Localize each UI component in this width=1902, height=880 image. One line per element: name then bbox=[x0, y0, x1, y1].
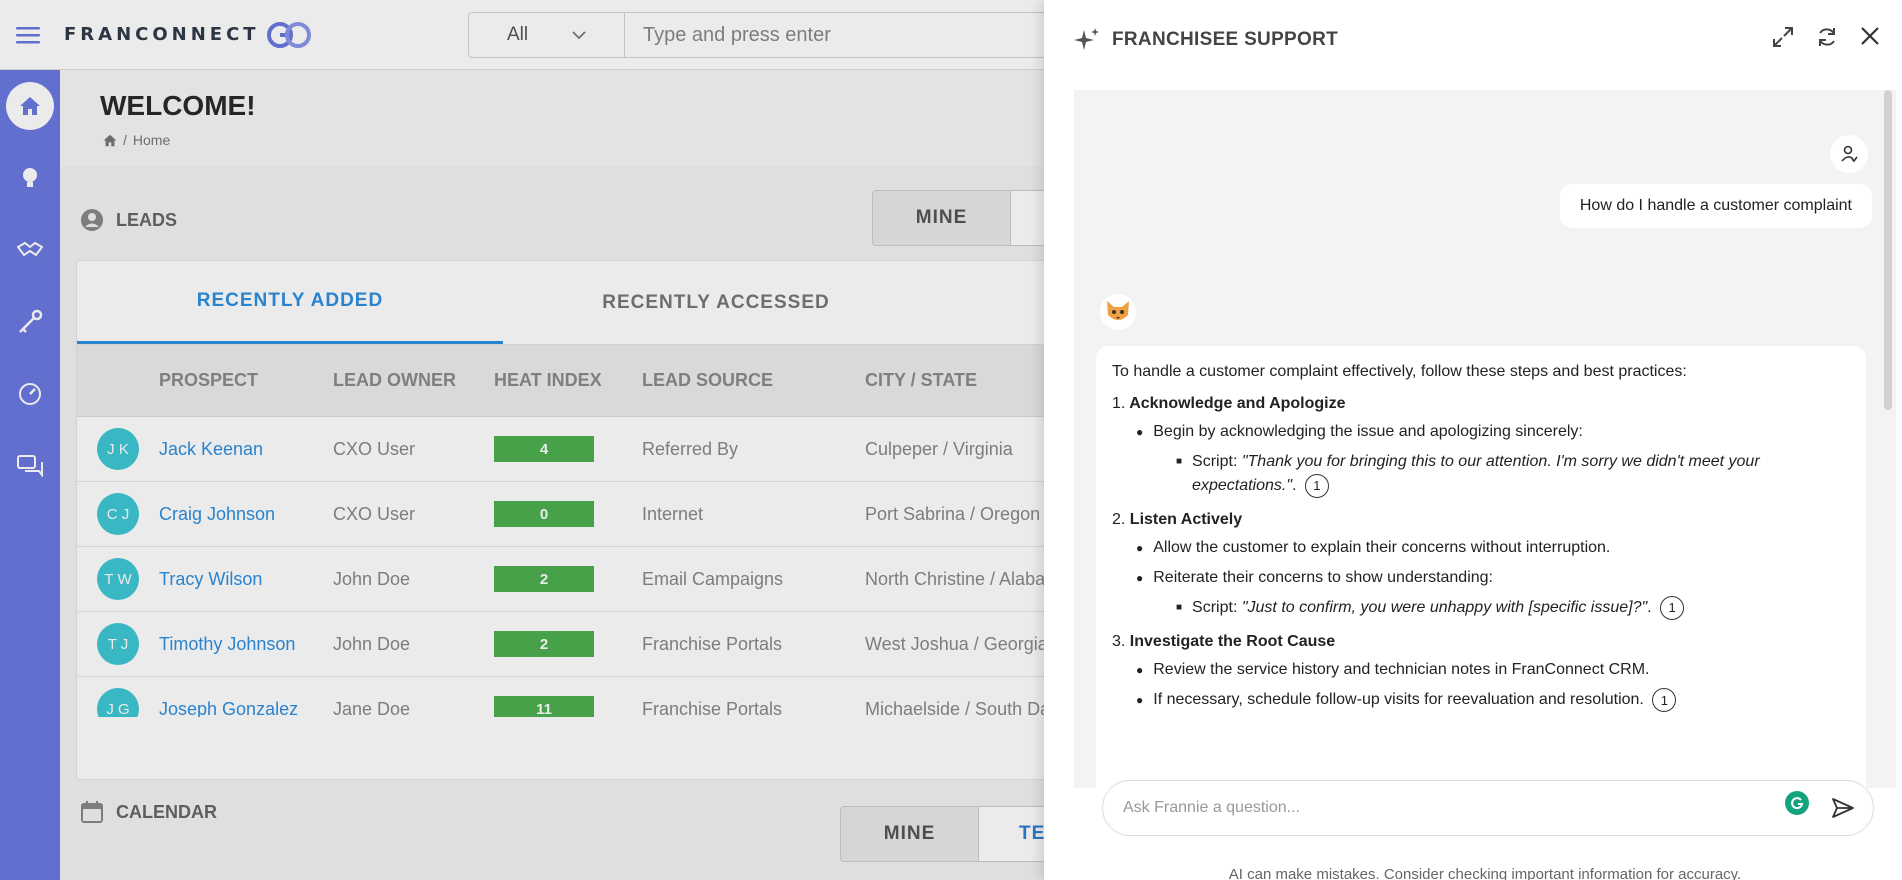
fox-mascot-icon bbox=[1107, 301, 1129, 320]
step-heading: 2. Listen Actively bbox=[1112, 511, 1243, 529]
panel-title: FRANCHISEE SUPPORT bbox=[1112, 29, 1339, 50]
user-message: How do I handle a customer complaint bbox=[1559, 184, 1872, 228]
user-check-icon bbox=[1841, 145, 1858, 163]
sparkle-icon bbox=[1074, 28, 1099, 50]
list-item: ● Review the service history and technici… bbox=[1136, 661, 1650, 679]
list-item: ● If necessary, schedule follow-up visits… bbox=[1136, 688, 1850, 713]
frannie-avatar bbox=[1100, 294, 1136, 330]
grammarly-icon[interactable] bbox=[1785, 791, 1809, 815]
list-item: ■ Script: "Just to confirm, you were unh… bbox=[1176, 596, 1850, 621]
chat-scrollbar[interactable] bbox=[1884, 90, 1892, 410]
user-avatar bbox=[1830, 135, 1868, 173]
citation-badge[interactable]: 1 bbox=[1660, 596, 1685, 621]
citation-badge[interactable]: 1 bbox=[1304, 474, 1329, 498]
list-item: ● Allow the customer to explain their con… bbox=[1136, 539, 1611, 557]
modal-backdrop[interactable] bbox=[0, 0, 1044, 880]
chat-input[interactable] bbox=[1123, 799, 1785, 817]
expand-icon[interactable] bbox=[1772, 26, 1794, 48]
panel-actions bbox=[1772, 26, 1880, 48]
close-icon[interactable] bbox=[1860, 26, 1880, 46]
answer-intro: To handle a customer complaint effective… bbox=[1112, 363, 1687, 380]
refresh-icon[interactable] bbox=[1816, 26, 1838, 48]
list-item: ● Reiterate their concerns to show unders… bbox=[1136, 569, 1493, 587]
ai-disclaimer: AI can make mistakes. Consider checking … bbox=[1228, 866, 1742, 880]
citation-badge[interactable]: 1 bbox=[1652, 688, 1677, 713]
franchisee-support-panel: FRANCHISEE SUPPORT How do I handle a cus… bbox=[1044, 0, 1902, 880]
send-icon[interactable] bbox=[1831, 797, 1855, 819]
app: FRANCONNECT All Type and press enter WEL… bbox=[0, 0, 1902, 880]
list-item: ■ Script: "Thank you for bringing this t… bbox=[1176, 450, 1850, 498]
list-item: ● Begin by acknowledging the issue and ap… bbox=[1136, 423, 1583, 440]
assistant-message: To handle a customer complaint effective… bbox=[1096, 346, 1866, 788]
step-heading: 3. Investigate the Root Cause bbox=[1112, 633, 1336, 651]
grammarly-g-icon bbox=[1791, 797, 1804, 810]
chat-thread[interactable]: How do I handle a customer complaint To … bbox=[1074, 90, 1896, 788]
step-heading: 1. Acknowledge and Apologize bbox=[1112, 395, 1346, 412]
chat-composer bbox=[1102, 780, 1874, 836]
